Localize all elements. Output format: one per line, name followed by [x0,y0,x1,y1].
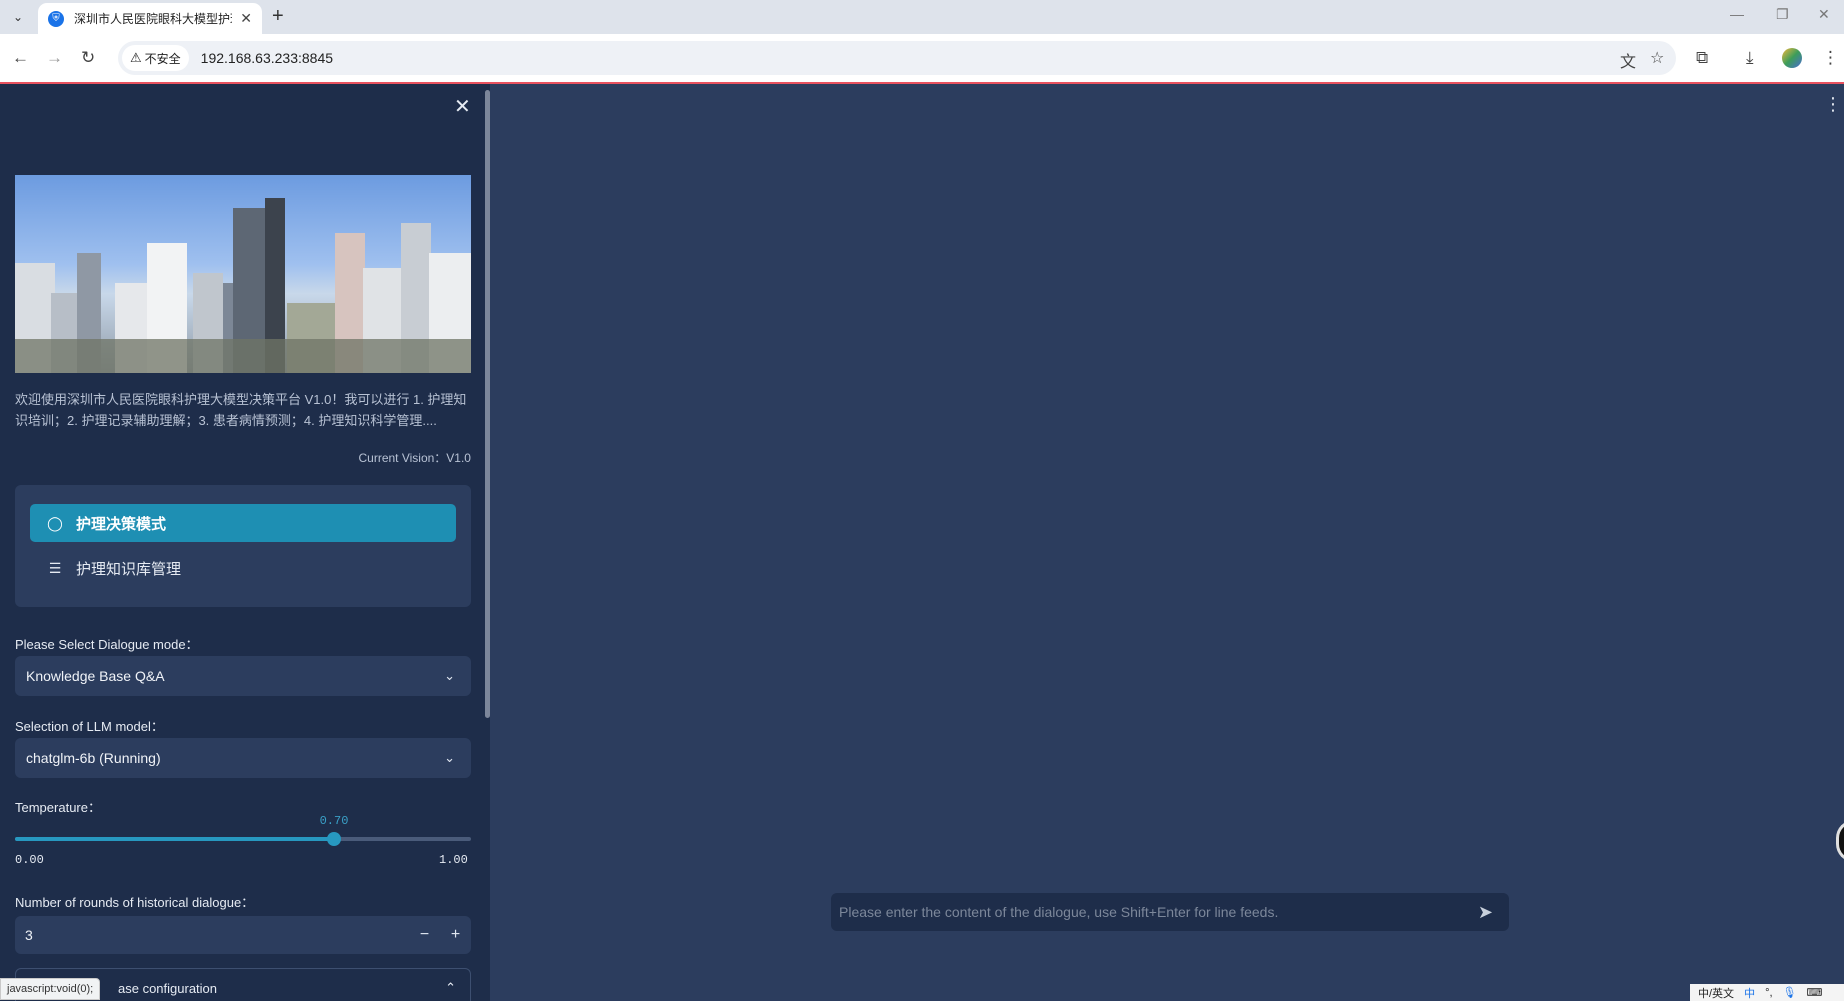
ime-punct-icon[interactable]: °, [1765,987,1772,999]
history-rounds-value[interactable]: 3 [25,927,409,943]
menu-item-label: 护理知识库管理 [76,560,182,578]
hospital-city-photo [15,175,471,373]
temperature-max: 1.00 [439,853,468,867]
browser-tab-strip: ⌄ ⛨ 深圳市人民医院眼科大模型护理 ✕ + — ❐ ✕ [0,0,1844,34]
profile-avatar[interactable] [1782,48,1802,68]
address-bar[interactable]: ⚠ 不安全 192.168.63.233:8845 文 ☆ [118,41,1676,75]
reload-icon[interactable]: ↻ [81,46,95,70]
mode-menu: ◯ 护理决策模式 ☰ 护理知识库管理 [15,485,471,607]
menu-item-knowledge-base[interactable]: ☰ 护理知识库管理 [30,549,456,587]
menu-item-nursing-decision[interactable]: ◯ 护理决策模式 [30,504,456,542]
warning-triangle-icon: ⚠ [130,50,142,65]
temperature-label: Temperature： [15,800,101,815]
version-text: Current Vision：V1.0 [358,451,471,465]
tab-title: 深圳市人民医院眼科大模型护理 [74,12,233,26]
welcome-text: 欢迎使用深圳市人民医院眼科护理大模型决策平台 V1.0！我可以进行 1. 护理知… [15,392,467,428]
chevron-down-icon: ⌄ [444,668,455,683]
send-icon[interactable]: ➤ [1478,902,1493,923]
ime-label: 中/英文 [1698,987,1735,1000]
bookmark-star-icon[interactable]: ☆ [1650,48,1664,68]
url-text[interactable]: 192.168.63.233:8845 [201,50,333,66]
floating-assistant-widget[interactable] [1836,820,1844,862]
history-rounds-label: Number of rounds of historical dialogue： [15,895,255,910]
chat-input[interactable]: Please enter the content of the dialogue… [831,893,1509,931]
chevron-up-icon: ⌃ [445,980,456,995]
chat-input-placeholder: Please enter the content of the dialogue… [839,904,1279,920]
app-menu-icon[interactable]: ⋮ [1824,94,1842,115]
database-icon: ☰ [48,559,62,576]
keyboard-icon[interactable]: ⌨ [1807,986,1823,999]
chat-bubble-icon: ◯ [47,514,63,531]
dialogue-mode-label: Please Select Dialogue mode： [15,637,199,652]
tab-close-icon[interactable]: ✕ [240,10,252,27]
hospital-favicon-icon: ⛨ [48,10,64,27]
translate-icon[interactable]: 文 [1620,48,1636,72]
back-arrow-icon[interactable]: ← [12,46,29,70]
forward-arrow-icon[interactable]: → [46,46,63,70]
security-warning-chip[interactable]: ⚠ 不安全 [122,45,189,71]
window-restore-button[interactable]: ❐ [1776,6,1789,23]
dialogue-mode-select[interactable]: Knowledge Base Q&A ⌄ [15,656,471,696]
slider-thumb[interactable] [327,832,341,846]
menu-item-label: 护理决策模式 [76,515,167,533]
window-minimize-button[interactable]: — [1730,6,1744,22]
dialogue-mode-value: Knowledge Base Q&A [26,668,165,684]
temperature-min: 0.00 [15,853,44,867]
browser-menu-icon[interactable]: ⋮ [1822,46,1839,70]
sidebar-close-icon[interactable]: ✕ [454,94,471,119]
sidebar: ✕ 欢迎使用深圳市人民医院眼科护理大模型决策平台 V1.0！我可以进行 1. 护… [0,84,490,1001]
tab-search-chevron-icon[interactable]: ⌄ [6,6,30,28]
new-tab-button[interactable]: + [272,4,284,28]
llm-model-select[interactable]: chatglm-6b (Running) ⌄ [15,738,471,778]
minus-button[interactable]: − [409,926,440,944]
microphone-icon[interactable]: 🎙 [1783,986,1797,999]
main-chat-area: ⋮ Please enter the content of the dialog… [490,84,1844,1001]
llm-model-label: Selection of LLM model： [15,719,164,734]
browser-tab-active[interactable]: ⛨ 深圳市人民医院眼科大模型护理 ✕ [38,3,262,34]
security-label: 不安全 [144,51,181,66]
chevron-down-icon: ⌄ [444,750,455,765]
temperature-value-tip: 0.70 [319,814,349,828]
ime-mode[interactable]: 中 [1744,985,1755,1001]
slider-fill [15,837,334,841]
download-icon[interactable]: ⤓ [1746,46,1754,70]
plus-button[interactable]: + [440,926,471,944]
link-status-tooltip: javascript:void(0); [0,978,101,1000]
temperature-slider[interactable] [15,832,471,846]
ime-toolbar[interactable]: 中/英文 中 °, 🎙 ⌨ [1690,984,1844,1001]
llm-model-value: chatglm-6b (Running) [26,750,161,766]
extensions-puzzle-icon[interactable]: ⧉ [1696,46,1708,70]
window-close-button[interactable]: ✕ [1818,6,1830,23]
history-rounds-stepper[interactable]: 3 − + [15,916,471,954]
browser-toolbar: ← → ↻ ⚠ 不安全 192.168.63.233:8845 文 ☆ ⧉ ⤓ … [0,34,1844,83]
